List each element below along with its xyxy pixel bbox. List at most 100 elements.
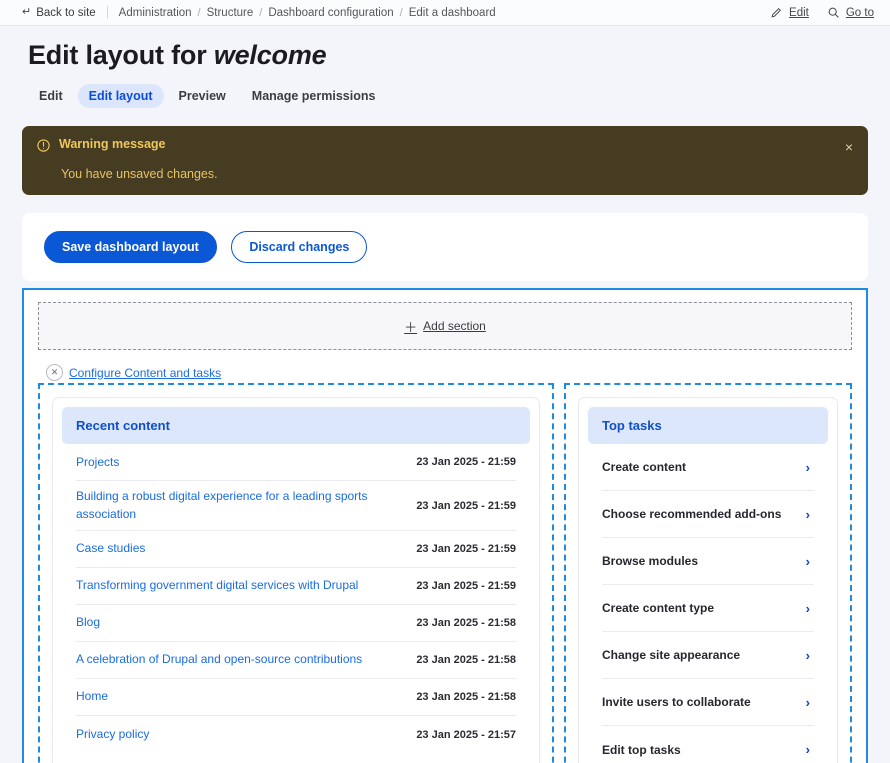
breadcrumb-item-dashboard-configuration[interactable]: Dashboard configuration [268, 7, 393, 19]
layout-column-first[interactable]: Recent content Projects 23 Jan 2025 - 21… [38, 383, 554, 763]
content-date: 23 Jan 2025 - 21:59 [416, 499, 516, 512]
breadcrumb-separator: / [259, 6, 263, 19]
toolbar-goto-label: Go to [845, 6, 874, 19]
task-label: Create content type [602, 601, 715, 616]
content-link[interactable]: Projects [76, 454, 416, 471]
page-title-emphasis: welcome [213, 40, 327, 70]
table-row: Transforming government digital services… [76, 568, 516, 606]
content-date: 23 Jan 2025 - 21:58 [416, 691, 516, 704]
warning-message: Warning message You have unsaved changes… [22, 126, 868, 196]
content-link[interactable]: Privacy policy [76, 726, 416, 743]
list-item[interactable]: Create content type › [602, 585, 814, 633]
tab-preview[interactable]: Preview [168, 84, 237, 108]
tab-edit-layout[interactable]: Edit layout [77, 84, 164, 108]
list-item[interactable]: Choose recommended add-ons › [602, 491, 814, 539]
back-to-site-label: Back to site [36, 6, 96, 19]
chevron-right-icon: › [805, 742, 810, 758]
add-section-area[interactable]: ＋ Add section [38, 302, 852, 351]
layout-column-second[interactable]: Top tasks Create content › Choose recomm… [564, 383, 852, 763]
primary-tabs: Edit Edit layout Preview Manage permissi… [28, 84, 862, 108]
chevron-right-icon: › [805, 553, 810, 569]
toolbar-actions: Edit Go to [770, 6, 874, 19]
block-recent-content: Recent content Projects 23 Jan 2025 - 21… [52, 397, 540, 763]
warning-icon [36, 138, 51, 158]
breadcrumb-item-edit-a-dashboard[interactable]: Edit a dashboard [409, 7, 496, 19]
table-row: Blog 23 Jan 2025 - 21:58 [76, 605, 516, 643]
chevron-right-icon: › [805, 506, 810, 522]
toolbar-edit-button[interactable]: Edit [770, 6, 809, 19]
table-row: A celebration of Drupal and open-source … [76, 642, 516, 680]
add-section-link[interactable]: ＋ Add section [404, 317, 486, 336]
content-link[interactable]: Home [76, 688, 416, 705]
layout-actions-card: Save dashboard layout Discard changes [22, 213, 868, 282]
table-row: Privacy policy 23 Jan 2025 - 21:57 [76, 716, 516, 753]
block-title-recent-content: Recent content [62, 407, 530, 445]
content-date: 23 Jan 2025 - 21:58 [416, 654, 516, 667]
toolbar-goto-button[interactable]: Go to [827, 6, 874, 19]
chevron-right-icon: › [805, 647, 810, 663]
table-row: Projects 23 Jan 2025 - 21:59 [76, 444, 516, 482]
pencil-icon [770, 6, 783, 19]
task-label: Invite users to collaborate [602, 695, 751, 710]
page-header: Edit layout for welcome Edit Edit layout… [0, 26, 890, 108]
list-item[interactable]: Browse modules › [602, 538, 814, 586]
table-row: Home 23 Jan 2025 - 21:58 [76, 679, 516, 717]
content-link[interactable]: Building a robust digital experience for… [76, 488, 416, 523]
page-title-prefix: Edit layout for [28, 40, 214, 70]
task-label: Browse modules [602, 554, 699, 569]
plus-icon: ＋ [404, 319, 418, 335]
chevron-right-icon: › [805, 459, 810, 475]
toolbar-edit-label: Edit [789, 6, 809, 19]
breadcrumb: Administration / Structure / Dashboard c… [119, 7, 496, 19]
list-item[interactable]: Edit top tasks › [602, 726, 814, 763]
admin-toolbar: ↵ Back to site Administration / Structur… [0, 0, 890, 26]
section-columns: Recent content Projects 23 Jan 2025 - 21… [38, 383, 852, 763]
block-title-top-tasks: Top tasks [588, 407, 828, 445]
task-label: Change site appearance [602, 648, 741, 663]
content-date: 23 Jan 2025 - 21:59 [416, 543, 516, 556]
task-label: Create content [602, 460, 687, 475]
content-link[interactable]: Blog [76, 614, 416, 631]
block-top-tasks: Top tasks Create content › Choose recomm… [578, 397, 838, 763]
recent-content-list: Projects 23 Jan 2025 - 21:59 Building a … [62, 444, 530, 753]
back-to-site-link[interactable]: ↵ Back to site [22, 7, 96, 19]
section-header: ✕ Configure Content and tasks [46, 364, 852, 382]
table-row: Case studies 23 Jan 2025 - 21:59 [76, 531, 516, 569]
save-dashboard-layout-button[interactable]: Save dashboard layout [44, 231, 217, 264]
close-icon[interactable]: × [842, 137, 856, 157]
content-link[interactable]: Case studies [76, 540, 416, 557]
content-link[interactable]: Transforming government digital services… [76, 577, 416, 594]
content-date: 23 Jan 2025 - 21:59 [416, 580, 516, 593]
configure-section-link[interactable]: Configure Content and tasks [69, 366, 221, 380]
add-section-label: Add section [423, 319, 486, 334]
warning-title: Warning message [59, 137, 166, 151]
search-icon [827, 6, 840, 19]
remove-section-icon[interactable]: ✕ [46, 364, 63, 382]
breadcrumb-separator: / [197, 6, 201, 19]
layout-builder-region: ＋ Add section ✕ Configure Content and ta… [22, 288, 868, 763]
top-tasks-list: Create content › Choose recommended add-… [588, 444, 828, 763]
list-item[interactable]: Change site appearance › [602, 632, 814, 680]
discard-changes-button[interactable]: Discard changes [231, 231, 368, 264]
table-row: Building a robust digital experience for… [76, 481, 516, 532]
warning-body: You have unsaved changes. [61, 167, 218, 181]
content-date: 23 Jan 2025 - 21:57 [416, 728, 516, 741]
chevron-right-icon: › [805, 694, 810, 710]
task-label: Edit top tasks [602, 742, 681, 757]
tab-manage-permissions[interactable]: Manage permissions [241, 84, 387, 108]
tab-edit[interactable]: Edit [28, 84, 74, 108]
content-link[interactable]: A celebration of Drupal and open-source … [76, 651, 416, 668]
page-title: Edit layout for welcome [28, 40, 862, 71]
content-date: 23 Jan 2025 - 21:58 [416, 617, 516, 630]
task-label: Choose recommended add-ons [602, 507, 782, 522]
content-date: 23 Jan 2025 - 21:59 [416, 456, 516, 469]
list-item[interactable]: Create content › [602, 444, 814, 492]
layout-section: ✕ Configure Content and tasks Recent con… [38, 364, 852, 763]
chevron-right-icon: › [805, 600, 810, 616]
breadcrumb-separator: / [399, 6, 403, 19]
back-arrow-icon: ↵ [22, 6, 32, 18]
toolbar-divider [106, 6, 108, 19]
list-item[interactable]: Invite users to collaborate › [602, 679, 814, 727]
breadcrumb-item-administration[interactable]: Administration [119, 7, 192, 19]
breadcrumb-item-structure[interactable]: Structure [207, 7, 254, 19]
